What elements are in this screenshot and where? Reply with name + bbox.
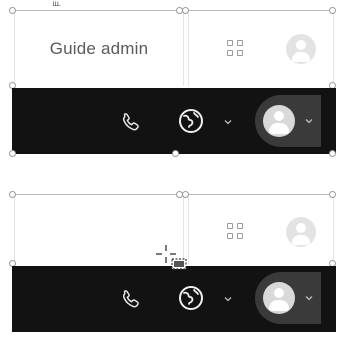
avatar-icon[interactable] — [286, 34, 316, 64]
bottom-toolbar — [12, 266, 336, 332]
header-white-row: Guide admin — [9, 7, 336, 89]
resize-handle[interactable] — [182, 7, 189, 14]
phone-icon[interactable] — [120, 111, 142, 133]
canvas: ᴸᴸᴸ Guide admin — [0, 0, 351, 339]
account-menu-button[interactable] — [255, 95, 321, 147]
account-menu-button[interactable] — [255, 272, 321, 324]
resize-handle[interactable] — [172, 150, 179, 157]
icons-cell — [188, 194, 334, 264]
icons-cell — [188, 10, 334, 86]
chevron-down-icon — [305, 296, 313, 301]
avatar-icon[interactable] — [286, 217, 316, 247]
globe-icon[interactable] — [177, 107, 205, 135]
grid-icon[interactable] — [227, 223, 245, 241]
chevron-down-icon[interactable] — [224, 295, 232, 303]
resize-handle[interactable] — [9, 7, 16, 14]
phone-icon[interactable] — [120, 288, 142, 310]
resize-handle[interactable] — [9, 150, 16, 157]
resize-handle[interactable] — [9, 191, 16, 198]
resize-handle[interactable] — [329, 191, 336, 198]
resize-handle[interactable] — [182, 191, 189, 198]
resize-handle[interactable] — [329, 150, 336, 157]
guide-admin-label: Guide admin — [49, 39, 149, 58]
chevron-down-icon[interactable] — [224, 118, 232, 126]
move-cursor-icon — [156, 245, 187, 270]
resize-handle[interactable] — [329, 7, 336, 14]
top-toolbar — [9, 88, 336, 157]
clipped-text-fragment: ᴸᴸᴸ — [53, 0, 60, 10]
chevron-down-icon — [305, 119, 313, 124]
avatar-icon — [263, 282, 295, 314]
avatar-icon — [263, 105, 295, 137]
grid-icon[interactable] — [227, 40, 245, 58]
globe-icon[interactable] — [177, 284, 205, 312]
admin-cell[interactable]: Guide admin — [14, 10, 184, 86]
header-panel-top: Guide admin — [9, 7, 336, 157]
